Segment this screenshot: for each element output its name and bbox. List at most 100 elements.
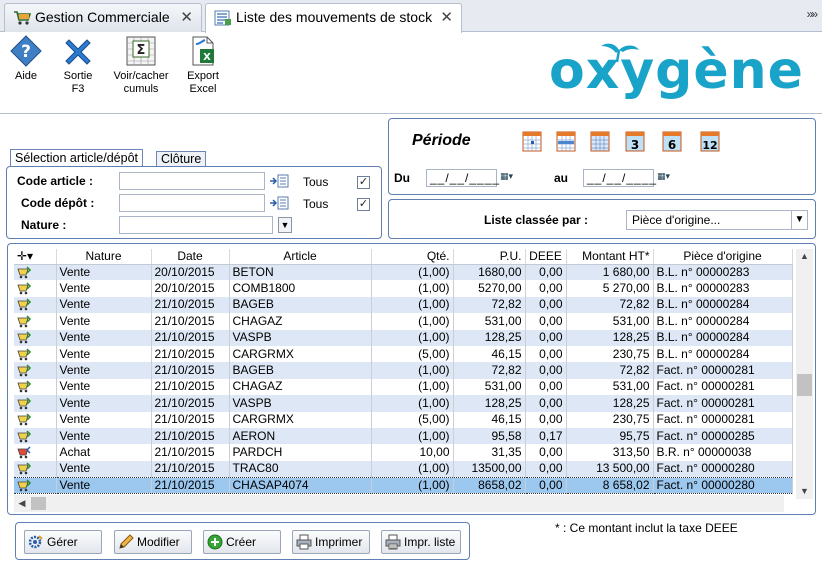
logo-text: oxygène xyxy=(549,41,804,101)
table-row[interactable]: Vente 21/10/2015 BAGEB (1,00) 72,82 0,00 72,82… xyxy=(14,296,793,314)
date-from-field[interactable]: __/__/____ xyxy=(426,169,499,187)
period-3-months-button[interactable]: 3 xyxy=(625,130,645,152)
sale-icon xyxy=(14,329,57,346)
table-row[interactable]: Vente 21/10/2015 CARGRMX (5,00) 46,15 0,00 230… xyxy=(14,411,793,428)
edit-label: Modifier xyxy=(137,535,180,549)
scroll-thumb[interactable] xyxy=(31,497,46,510)
exit-button[interactable]: Sortie F3 xyxy=(58,35,98,96)
printer-list-icon xyxy=(385,534,401,550)
tab-gestion-commerciale[interactable]: Gestion Commerciale ✕ xyxy=(4,3,202,32)
au-label: au xyxy=(554,171,569,185)
cell-qte: (1,00) xyxy=(371,427,454,445)
column-header[interactable]: Qté. xyxy=(371,249,454,265)
period-6-months-button[interactable]: 6 xyxy=(662,130,682,152)
excel-export-icon: X xyxy=(187,35,219,67)
edit-button[interactable]: Modifier xyxy=(114,530,192,554)
export-excel-button[interactable]: X Export Excel xyxy=(183,35,223,96)
cell-article: VASPB xyxy=(229,395,372,412)
close-icon[interactable]: ✕ xyxy=(180,4,193,31)
cell-piece: B.L. n° 00000283 xyxy=(653,264,793,281)
table-row[interactable]: Vente 21/10/2015 CHAGAZ (1,00) 531,00 0,00 531… xyxy=(14,378,793,396)
deee-footnote: * : Ce montant inclut la taxe DEEE xyxy=(555,521,738,535)
table-row[interactable]: Vente 20/10/2015 COMB1800 (1,00) 5270,00 0,00… xyxy=(14,280,793,297)
column-header[interactable]: Pièce d'origine xyxy=(653,249,793,265)
cell-article: CHASAP4074 xyxy=(229,476,372,494)
help-button[interactable]: ? Aide xyxy=(6,35,46,83)
create-button[interactable]: Créer xyxy=(203,530,281,554)
table-row[interactable]: Vente 21/10/2015 VASPB (1,00) 128,25 0,00 128,… xyxy=(14,395,793,412)
period-12-months-button[interactable]: 12 xyxy=(700,130,720,152)
movements-table: ✛▾ Nature Date Article Qté. P.U. DEEE Mo… xyxy=(14,249,793,494)
cell-article: PARDCH xyxy=(229,444,372,461)
periode-title: Période xyxy=(412,132,471,149)
tab-label: Gestion Commerciale xyxy=(35,9,170,25)
table-row[interactable]: Vente 21/10/2015 AERON (1,00) 95,58 0,17 95,75… xyxy=(14,427,793,445)
exit-x-icon xyxy=(62,35,94,67)
cell-pu: 128,25 xyxy=(453,329,526,346)
cell-qte: (1,00) xyxy=(371,378,454,396)
column-header[interactable]: Montant HT* xyxy=(566,249,654,265)
tab-selection-article-depot[interactable]: Sélection article/dépôt xyxy=(10,149,143,167)
lookup-list-icon[interactable] xyxy=(269,196,289,210)
column-header[interactable]: Nature xyxy=(56,249,152,265)
toggle-totals-button[interactable]: Σ Voir/cacher cumuls xyxy=(112,35,170,96)
toolbar-divider xyxy=(0,113,822,114)
sale-icon xyxy=(14,362,57,379)
tab-liste-mouvements-stock[interactable]: Liste des mouvements de stock ✕ xyxy=(205,3,462,33)
scroll-thumb[interactable] xyxy=(797,374,812,396)
cell-date: 21/10/2015 xyxy=(151,444,230,461)
cell-qte: (1,00) xyxy=(371,476,454,494)
cell-article: BETON xyxy=(229,264,372,281)
tous-article-checkbox[interactable]: ✓ xyxy=(357,176,370,189)
period-day-button[interactable] xyxy=(522,130,542,152)
lookup-list-icon[interactable] xyxy=(269,174,289,188)
tab-cloture[interactable]: Clôture xyxy=(156,151,207,167)
pencil-icon xyxy=(119,534,134,549)
table-row[interactable]: Vente 21/10/2015 CHASAP4074 (1,00) 8658,02 0,… xyxy=(14,476,793,494)
date-to-calendar-icon[interactable]: ▦▾ xyxy=(657,171,679,185)
column-header[interactable]: Date xyxy=(151,249,230,265)
table-row[interactable]: Vente 21/10/2015 CHAGAZ (1,00) 531,00 0,00 531… xyxy=(14,313,793,330)
table-row[interactable]: Achat 21/10/2015 PARDCH 10,00 31,35 0,00 313,5… xyxy=(14,444,793,461)
chevron-down-icon[interactable]: ▼ xyxy=(791,211,807,229)
code-article-field[interactable] xyxy=(119,172,265,190)
cell-montant: 8 658,02 xyxy=(566,476,654,494)
table-row[interactable]: Vente 21/10/2015 VASPB (1,00) 128,25 0,00 128,… xyxy=(14,329,793,346)
scroll-left-icon[interactable]: ◀ xyxy=(14,495,30,512)
manage-button[interactable]: Gérer xyxy=(24,530,102,554)
cell-montant: 128,25 xyxy=(566,329,654,346)
tab-overflow-chevron-icon[interactable]: »» xyxy=(807,7,818,21)
date-from-calendar-icon[interactable]: ▦▾ xyxy=(500,171,522,185)
horizontal-scrollbar[interactable]: ◀ xyxy=(14,495,784,512)
cell-piece: Fact. n° 00000285 xyxy=(653,427,793,445)
nature-field[interactable] xyxy=(119,216,273,234)
period-month-button[interactable] xyxy=(590,130,610,152)
code-depot-field[interactable] xyxy=(119,194,265,212)
print-list-button[interactable]: Impr. liste xyxy=(381,530,461,554)
scroll-up-icon[interactable]: ▲ xyxy=(796,249,813,264)
vertical-scrollbar[interactable]: ▲ ▼ xyxy=(796,249,813,499)
table-row[interactable]: Vente 20/10/2015 BETON (1,00) 1680,00 0,00 1 6… xyxy=(14,264,793,281)
column-header[interactable]: Article xyxy=(229,249,372,265)
code-article-label: Code article : xyxy=(17,174,94,188)
tous-depot-checkbox[interactable]: ✓ xyxy=(357,198,370,211)
print-button[interactable]: Imprimer xyxy=(292,530,370,554)
column-header[interactable]: P.U. xyxy=(453,249,526,265)
date-to-field[interactable]: __/__/____ xyxy=(583,169,656,187)
cell-montant: 128,25 xyxy=(566,395,654,412)
add-column-icon[interactable]: ✛▾ xyxy=(14,249,57,265)
nature-dropdown-chevron-icon[interactable]: ▼ xyxy=(278,217,292,233)
cell-piece: Fact. n° 00000281 xyxy=(653,362,793,379)
period-week-button[interactable] xyxy=(556,130,576,152)
cell-deee: 0,00 xyxy=(525,460,567,478)
close-icon[interactable]: ✕ xyxy=(440,4,453,31)
scroll-down-icon[interactable]: ▼ xyxy=(796,484,813,499)
table-row[interactable]: Vente 21/10/2015 CARGRMX (5,00) 46,15 0,00 230… xyxy=(14,345,793,363)
table-row[interactable]: Vente 21/10/2015 BAGEB (1,00) 72,82 0,00 72,82… xyxy=(14,362,793,379)
sort-select[interactable]: Pièce d'origine... ▼ xyxy=(626,210,808,230)
cell-nature: Vente xyxy=(56,411,152,428)
cell-deee: 0,00 xyxy=(525,395,567,412)
column-header[interactable]: DEEE xyxy=(525,249,567,265)
table-row[interactable]: Vente 21/10/2015 TRAC80 (1,00) 13500,00 0,00 1… xyxy=(14,460,793,478)
cell-date: 21/10/2015 xyxy=(151,362,230,379)
